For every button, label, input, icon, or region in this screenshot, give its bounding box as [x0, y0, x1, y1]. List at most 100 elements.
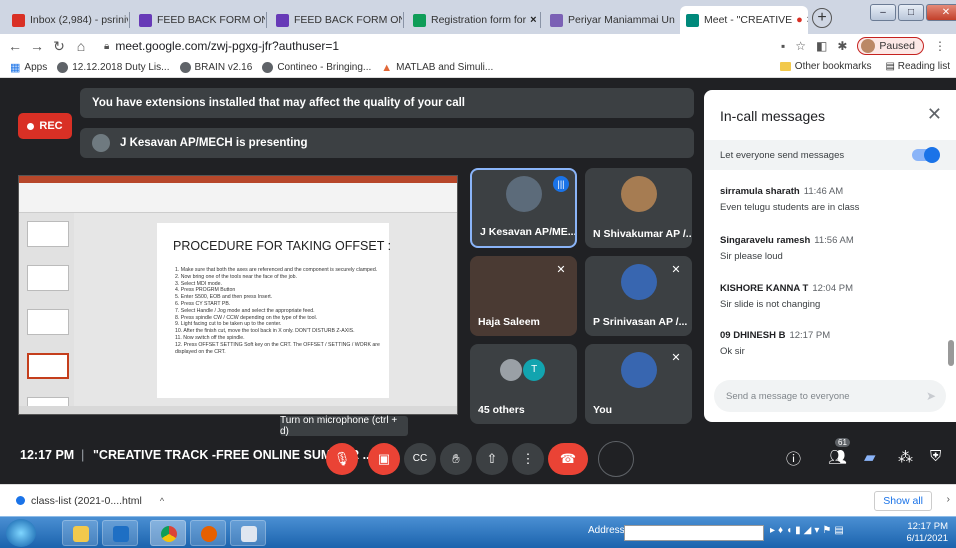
chat-message-input[interactable]: Send a message to everyone ➤ [714, 380, 946, 412]
people-icon[interactable]: 👥︎ [828, 448, 847, 466]
bookmark-brain[interactable]: BRAIN v2.16 [179, 62, 252, 73]
address-toolbar-input[interactable] [624, 525, 764, 541]
close-icon[interactable]: × [803, 14, 808, 26]
puzzle-icon[interactable]: ✱ [837, 39, 847, 53]
participant-tile-kesavan[interactable]: ||| J Kesavan AP/ME... [470, 168, 577, 248]
bookmark-apps[interactable]: ▦ Apps [10, 61, 47, 74]
taskbar-firefox[interactable] [190, 520, 226, 546]
end-call-button[interactable]: ☎︎ [548, 443, 588, 475]
participant-count-badge: 61 [835, 438, 850, 447]
system-tray[interactable]: ▸♦◖▮◢▾⚑▤ [770, 525, 847, 536]
back-icon[interactable]: ← [4, 38, 26, 54]
others-avatar [499, 358, 522, 381]
participant-tile-shivakumar[interactable]: N Shivakumar AP /... [585, 168, 692, 248]
bookmark-contineo[interactable]: Contineo - Bringing... [262, 62, 371, 73]
meet-stage: REC You have extensions installed that m… [0, 78, 956, 484]
extension-warning-text: You have extensions installed that may a… [92, 97, 465, 109]
chat-panel: In-call messages ✕ Let everyone send mes… [704, 90, 956, 422]
taskbar-outlook[interactable] [102, 520, 138, 546]
other-bookmarks-label: Other bookmarks [794, 61, 872, 72]
forward-icon[interactable]: → [26, 38, 48, 54]
send-icon[interactable]: ➤ [926, 389, 936, 403]
globe-icon [262, 62, 274, 73]
divider: | [81, 447, 85, 462]
more-options-button[interactable]: ⋮ [512, 443, 544, 475]
bookmark-duty-list[interactable]: 12.12.2018 Duty Lis... [57, 62, 170, 73]
download-item[interactable]: class-list (2021-0....html ^ [16, 495, 164, 507]
tab-separator [266, 12, 267, 28]
new-tab-button[interactable]: + [812, 8, 832, 28]
close-icon[interactable]: × [675, 14, 676, 26]
record-dot-icon [27, 122, 35, 130]
info-icon[interactable]: ⓘ [786, 448, 801, 469]
reaction-button[interactable] [598, 441, 634, 477]
apps-grid-icon: ▦ [10, 62, 21, 74]
reload-icon[interactable]: ↻ [48, 38, 70, 55]
rec-indicator[interactable]: REC [18, 113, 72, 139]
tab-gmail[interactable]: Inbox (2,984) - psriniva × [6, 6, 128, 34]
other-bookmarks[interactable]: Other bookmarks [779, 61, 872, 72]
tab-label: Registration form for [431, 14, 527, 26]
activities-icon[interactable]: ⁂ [898, 448, 913, 466]
slide-step: 8. Press spindle CW / CCW depending on t… [175, 314, 318, 321]
host-controls-icon[interactable]: ⛨ [930, 448, 941, 465]
folder-icon [779, 61, 791, 71]
maximize-button[interactable]: □ [898, 4, 924, 21]
captions-button[interactable]: CC [404, 443, 436, 475]
show-all-button[interactable]: Show all [874, 491, 932, 511]
present-button[interactable]: ⇧ [476, 443, 508, 475]
tab-feedback-form-2[interactable]: FEED BACK FORM ON × [270, 6, 402, 34]
chat-scrollbar[interactable] [948, 340, 954, 366]
slide-step: 5. Enter S500, EOB and then press Insert… [175, 294, 273, 301]
mic-off-button[interactable]: 🎙︎ [326, 443, 358, 475]
home-icon[interactable]: ⌂ [70, 38, 92, 54]
profile-paused-button[interactable]: Paused [857, 37, 924, 55]
camera-off-button[interactable]: ▣ [368, 443, 400, 475]
participant-tile-others[interactable]: T 45 others [470, 344, 577, 424]
menu-icon[interactable]: ⋮ [934, 39, 946, 53]
firefox-icon [201, 526, 217, 542]
slide-step: 7. Select Handle / Jog mode and select t… [175, 307, 315, 314]
close-icon[interactable]: ✕ [927, 104, 942, 125]
window-close-button[interactable]: ✕ [926, 4, 956, 21]
chat-permission-toggle[interactable] [912, 147, 940, 163]
tab-feedback-form-1[interactable]: FEED BACK FORM ON × [133, 6, 265, 34]
chat-icon[interactable]: ▰ [864, 448, 876, 466]
address-bar[interactable]: 🔒︎ meet.google.com/zwj-pgxg-jfr?authuser… [104, 35, 339, 57]
downloads-bar: class-list (2021-0....html ^ Show all › [0, 484, 956, 516]
taskbar-word[interactable] [230, 520, 266, 546]
chat-sender: 09 DHINESH B [720, 330, 786, 341]
shared-screen[interactable]: PROCEDURE FOR TAKING OFFSET : 1. Make su… [18, 175, 458, 415]
address-toolbar-label: Address [588, 525, 625, 536]
globe-icon [57, 62, 69, 73]
raise-hand-button[interactable]: ✋︎ [440, 443, 472, 475]
close-icon[interactable]: › [947, 493, 951, 505]
rec-label: REC [39, 120, 63, 132]
close-icon[interactable]: × [526, 14, 536, 26]
presenter-avatar [92, 134, 110, 152]
taskbar-explorer[interactable] [62, 520, 98, 546]
star-icon[interactable]: ☆ [795, 39, 806, 53]
reading-list[interactable]: ▤ Reading list [886, 61, 951, 72]
bookmark-matlab[interactable]: ▲ MATLAB and Simuli... [381, 62, 493, 74]
start-button[interactable] [6, 519, 36, 547]
ppt-status-bar [19, 406, 457, 414]
taskbar-chrome[interactable] [150, 520, 186, 546]
mic-off-icon: ✕ [671, 352, 681, 364]
tab-registration-form[interactable]: Registration form for × [407, 6, 539, 34]
tab-periyar-maniammai[interactable]: Periyar Maniammai Un × [544, 6, 676, 34]
extension-icon[interactable]: ◧ [816, 39, 827, 53]
chevron-up-icon[interactable]: ^ [160, 496, 164, 506]
chat-permission-row: Let everyone send messages [704, 140, 956, 170]
system-clock[interactable]: 12:17 PM 6/11/2021 [906, 521, 948, 545]
reading-list-icon: ▤ [885, 61, 898, 72]
participant-tile-you[interactable]: ✕ You [585, 344, 692, 424]
participant-tile-srinivasan[interactable]: ✕ P Srinivasan AP /... [585, 256, 692, 336]
meeting-time: 12:17 PM [20, 448, 75, 462]
others-avatar: T [523, 358, 546, 381]
participant-tile-haja[interactable]: ✕ Haja Saleem [470, 256, 577, 336]
slide-step: 2. Now bring one of the tools near the f… [175, 273, 297, 280]
tab-meet[interactable]: Meet - "CREATIVE ● × [680, 6, 808, 34]
camera-icon[interactable]: ▪ [781, 39, 785, 53]
minimize-button[interactable]: – [870, 4, 896, 21]
